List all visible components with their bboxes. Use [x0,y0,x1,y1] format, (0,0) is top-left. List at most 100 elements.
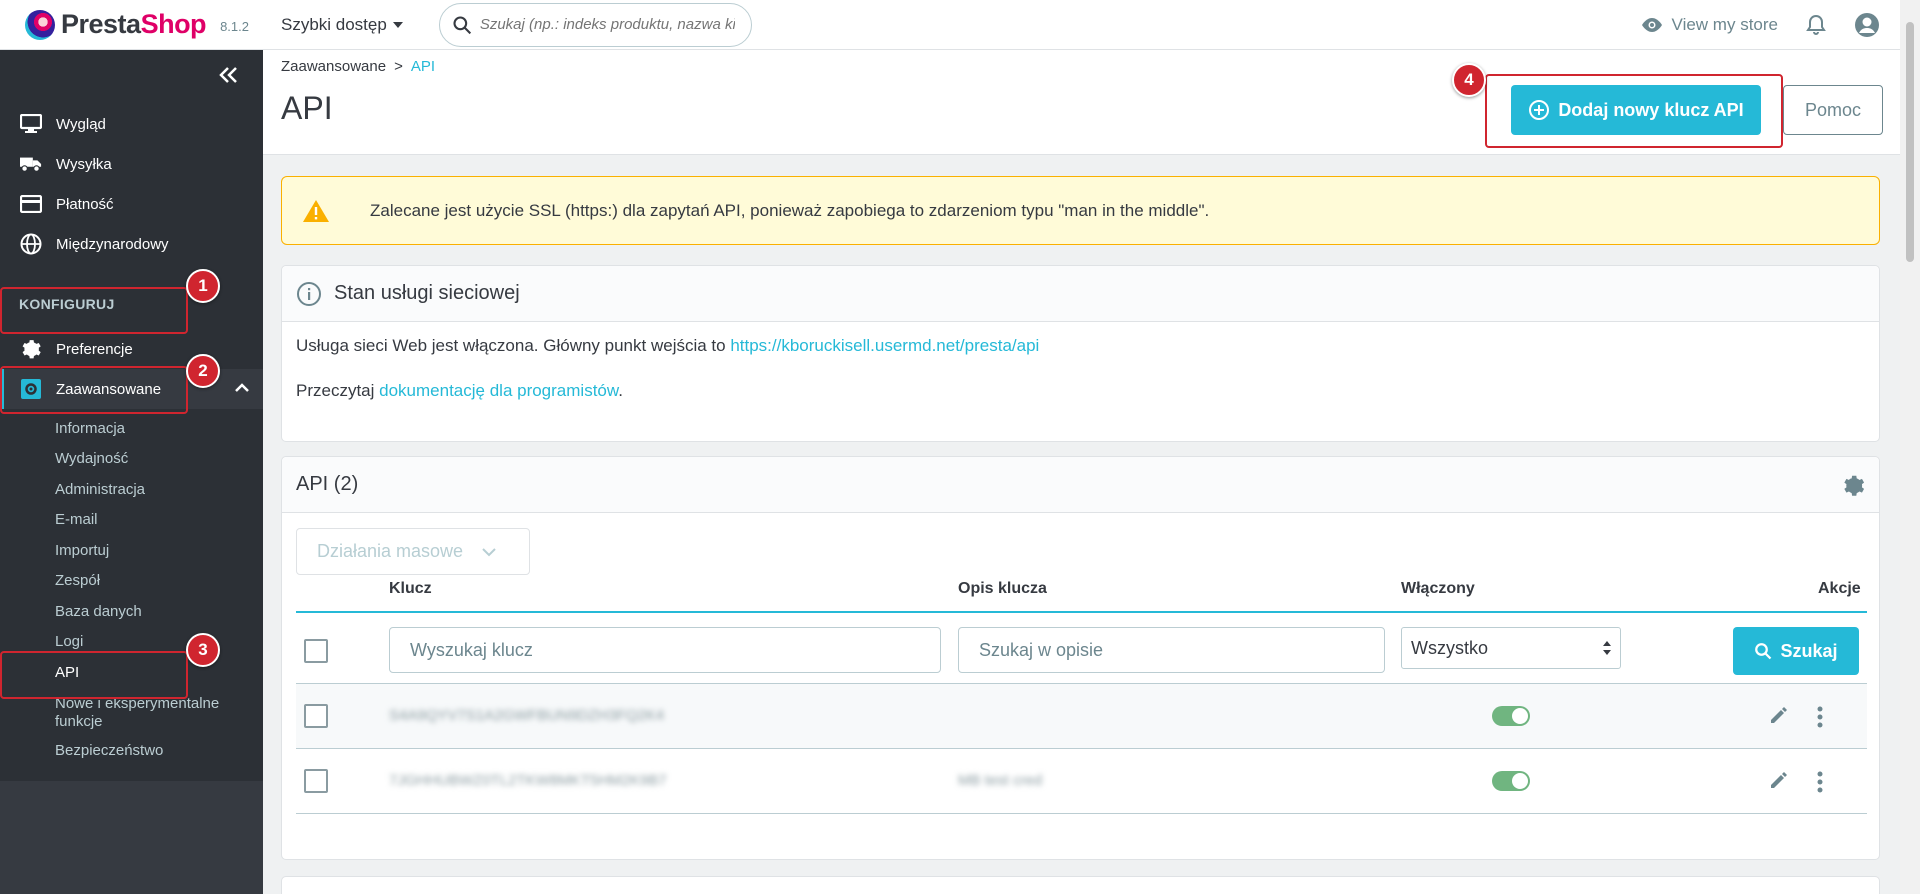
sidebar-item-platnosc[interactable]: Płatność [0,184,263,224]
chevron-down-icon [482,547,496,556]
row-divider [296,813,1867,814]
chevron-up-icon[interactable] [235,383,249,393]
view-store-label: View my store [1671,15,1778,34]
breadcrumb-current[interactable]: API [411,58,435,75]
annotation-badge-4: 4 [1452,63,1486,97]
sidebar: Wygląd Wysyłka Płatność Międzynarodowy K… [0,50,263,894]
description-filter-input[interactable]: Szukaj w opisie [958,627,1385,673]
search-icon [1755,643,1772,660]
quick-access-dropdown[interactable]: Szybki dostęp [281,15,403,35]
sidebar-sub-item-logi[interactable]: Logi [55,633,83,650]
bell-icon[interactable] [1806,14,1826,36]
sort-arrows-icon [1603,641,1611,655]
scrollbar-thumb[interactable] [1906,22,1914,262]
status-text: Usługa sieci Web jest włączona. Główny p… [296,336,731,355]
help-label: Pomoc [1804,99,1862,120]
edit-pencil-icon[interactable] [1769,770,1789,790]
enabled-filter-value: Wszystko [1411,637,1489,658]
sidebar-item-label: Wysyłka [56,155,112,173]
sidebar-sub-item-importuj[interactable]: Importuj [55,542,109,559]
sidebar-item-preferencje[interactable]: Preferencje [0,329,263,369]
card-title: Stan usługi sieciowej [334,282,520,304]
column-header-actions: Akcje [1818,580,1861,597]
prestashop-logo[interactable]: PrestaShop [25,9,207,40]
alert-text: Zalecane jest użycie SSL (https:) dla za… [370,200,1210,220]
webservice-status-line: Usługa sieci Web jest włączona. Główny p… [296,336,1865,356]
next-card [281,876,1880,894]
monitor-icon [20,113,42,135]
page-scrollbar[interactable] [1900,0,1920,894]
breadcrumb-separator: > [394,58,403,75]
header-divider [296,611,1867,613]
more-options-icon[interactable] [1817,771,1823,793]
warning-icon [303,199,329,222]
developer-docs-link[interactable]: dokumentację dla programistów [379,381,618,400]
api-key-value: S4A9QYV7S1A2GWFBUN9DZH3FQ2K4 [389,707,665,724]
enabled-toggle[interactable] [1492,771,1530,791]
caret-down-icon [392,21,403,28]
breadcrumb: Zaawansowane > API [281,58,435,75]
logo-text: PrestaShop [61,9,207,39]
annotation-box-3 [0,651,188,699]
search-button[interactable]: Szukaj [1733,627,1859,675]
annotation-badge-3: 3 [186,633,220,667]
gear-icon [20,338,42,360]
sidebar-sub-item-baza-danych[interactable]: Baza danych [55,603,142,620]
search-input[interactable] [479,16,735,33]
webservice-status-body: Usługa sieci Web jest włączona. Główny p… [282,322,1879,415]
sidebar-item-miedzynarodowy[interactable]: Międzynarodowy [0,224,263,264]
annotation-box-4 [1485,74,1783,148]
info-icon [297,281,321,306]
enabled-toggle[interactable] [1492,706,1530,726]
sidebar-sub-item-wydajnosc[interactable]: Wydajność [55,450,128,467]
sidebar-sub-item-zespol[interactable]: Zespół [55,572,100,589]
search-box[interactable] [438,2,752,47]
sidebar-item-wyglad[interactable]: Wygląd [0,104,263,144]
api-list-header: API (2) [282,457,1879,513]
webservice-status-card: Stan usługi sieciowej Usługa sieci Web j… [281,265,1880,442]
key-filter-input[interactable]: Wyszukaj klucz [389,627,941,673]
row-checkbox[interactable] [304,769,328,793]
top-header: PrestaShop 8.1.2 Szybki dostęp View my s… [0,0,1900,50]
column-header-enabled[interactable]: Włączony [1401,580,1475,598]
annotation-box-2 [0,366,188,414]
card-title: API (2) [296,473,359,495]
sidebar-item-label: Płatność [56,195,114,213]
ssl-warning-alert: Zalecane jest użycie SSL (https:) dla za… [281,176,1880,245]
page-title: API [281,90,333,126]
sidebar-item-label: Międzynarodowy [56,235,169,253]
quick-access-label: Szybki dostęp [280,14,387,34]
docs-line: Przeczytaj dokumentację dla programistów… [296,381,1865,401]
breadcrumb-parent[interactable]: Zaawansowane [281,58,386,75]
webservice-status-header: Stan usługi sieciowej [282,266,1879,322]
row-divider [296,748,1867,749]
collapse-sidebar-icon[interactable] [214,62,242,88]
globe-icon [20,233,42,255]
view-store-link[interactable]: View my store [1640,15,1778,35]
sidebar-item-label: Preferencje [56,340,133,358]
enabled-filter-select[interactable]: Wszystko [1401,627,1621,669]
api-key-description: MB test cred [958,772,1043,789]
select-all-checkbox[interactable] [304,639,328,663]
more-options-icon[interactable] [1817,706,1823,728]
sidebar-sub-item-informacja[interactable]: Informacja [55,420,125,437]
column-header-key[interactable]: Klucz [389,580,432,598]
docs-suffix: . [618,381,623,400]
annotation-badge-2: 2 [186,354,220,388]
sidebar-sub-item-nowe-funkcje[interactable]: Nowe i eksperymentalne funkcje [55,695,255,731]
edit-pencil-icon[interactable] [1769,705,1789,725]
version-label: 8.1.2 [220,19,249,34]
help-button[interactable]: Pomoc [1783,85,1883,135]
column-header-description[interactable]: Opis klucza [958,580,1047,598]
sidebar-item-wysylka[interactable]: Wysyłka [0,144,263,184]
sidebar-sub-item-bezpieczenstwo[interactable]: Bezpieczeństwo [55,742,163,759]
credit-card-icon [20,193,42,215]
user-account-icon[interactable] [1854,12,1880,38]
description-filter-placeholder: Szukaj w opisie [979,639,1104,660]
sidebar-sub-item-email[interactable]: E-mail [55,511,98,528]
gear-icon[interactable] [1841,473,1865,497]
sidebar-sub-item-administracja[interactable]: Administracja [55,481,145,498]
bulk-actions-dropdown[interactable]: Działania masowe [296,528,530,575]
api-endpoint-link[interactable]: https://kboruckisell.usermd.net/presta/a… [730,336,1039,355]
row-checkbox[interactable] [304,704,328,728]
